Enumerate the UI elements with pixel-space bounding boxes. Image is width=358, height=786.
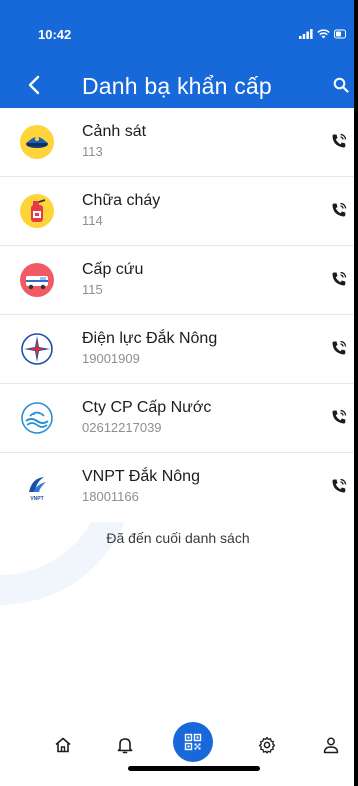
status-bar: 10:42 (0, 0, 354, 60)
back-button[interactable] (22, 70, 46, 100)
phone-call-icon (332, 271, 347, 286)
list-item[interactable]: VNPT VNPT Đắk Nông 18001166 (0, 453, 354, 522)
contact-number: 19001909 (82, 351, 140, 366)
contact-list: Cảnh sát 113 Chữa cháy 114 Cấp cứu 115 Đ… (0, 108, 354, 522)
signal-icon (299, 29, 313, 39)
bell-icon (117, 738, 133, 754)
settings-gear-icon (258, 736, 276, 754)
status-icons (299, 26, 348, 42)
vnpt-logo-icon: VNPT (20, 470, 54, 504)
contact-name: Cảnh sát (82, 123, 147, 140)
contact-number: 115 (82, 282, 103, 297)
contact-name: VNPT Đắk Nông (82, 468, 200, 485)
phone-call-icon (332, 478, 347, 493)
police-icon (20, 125, 54, 159)
contact-name: Cấp cứu (82, 261, 144, 278)
contact-name: Cty CP Cấp Nước (82, 399, 212, 416)
call-button[interactable] (328, 268, 350, 290)
chevron-left-icon (28, 75, 40, 95)
nav-home[interactable] (50, 732, 76, 758)
wifi-icon (317, 29, 330, 39)
ambulance-icon (20, 263, 54, 297)
contact-name: Chữa cháy (82, 192, 161, 209)
list-item[interactable]: Chữa cháy 114 (0, 177, 354, 246)
phone-call-icon (332, 409, 347, 424)
list-item[interactable]: Cấp cứu 115 (0, 246, 354, 315)
call-button[interactable] (328, 475, 350, 497)
home-indicator (128, 766, 260, 771)
phone-screen: 10:42 Danh bạ khẩn cấp Cảnh sát 113 Chữa… (0, 0, 356, 786)
electricity-logo-icon (20, 332, 54, 366)
contact-number: 02612217039 (82, 420, 162, 435)
water-company-logo-icon (20, 401, 54, 435)
call-button[interactable] (328, 199, 350, 221)
contact-number: 113 (82, 144, 103, 159)
svg-text:VNPT: VNPT (30, 496, 43, 502)
bottom-nav (0, 712, 354, 786)
contact-number: 18001166 (82, 489, 139, 504)
nav-qr-button[interactable] (173, 722, 213, 762)
list-item[interactable]: Cty CP Cấp Nước 02612217039 (0, 384, 354, 453)
phone-call-icon (332, 202, 347, 217)
nav-profile[interactable] (318, 732, 344, 758)
call-button[interactable] (328, 337, 350, 359)
call-button[interactable] (328, 406, 350, 428)
contact-name: Điện lực Đắk Nông (82, 330, 218, 347)
phone-call-icon (332, 133, 347, 148)
fire-extinguisher-icon (20, 194, 54, 228)
search-button[interactable] (330, 73, 352, 97)
profile-icon (323, 737, 339, 754)
battery-icon (334, 29, 346, 39)
nav-notifications[interactable] (112, 732, 138, 758)
phone-call-icon (332, 340, 347, 355)
search-icon (333, 77, 349, 93)
contact-number: 114 (82, 213, 103, 228)
page-title: Danh bạ khẩn cấp (82, 73, 272, 99)
list-item[interactable]: Điện lực Đắk Nông 19001909 (0, 315, 354, 384)
list-item[interactable]: Cảnh sát 113 (0, 108, 354, 177)
end-of-list-text: Đã đến cuối danh sách (106, 530, 250, 546)
call-button[interactable] (328, 130, 350, 152)
home-icon (55, 737, 71, 753)
status-time: 10:42 (38, 27, 72, 42)
qr-code-icon (184, 733, 202, 751)
title-bar: Danh bạ khẩn cấp (0, 66, 354, 106)
nav-settings[interactable] (254, 732, 280, 758)
header-bar: 10:42 Danh bạ khẩn cấp (0, 0, 354, 108)
